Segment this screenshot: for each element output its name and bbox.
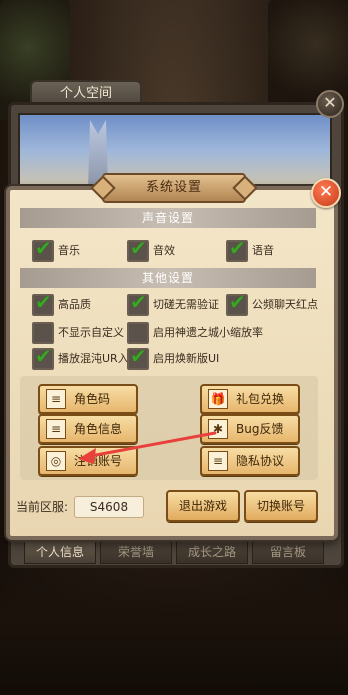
cancel-account-label: 注销账号 xyxy=(74,454,123,468)
sound-settings-header: 声音设置 xyxy=(20,208,316,228)
duel-no-verify-label: 切磋无需验证 xyxy=(153,298,219,311)
current-server-value: S4608 xyxy=(74,496,144,518)
hide-custom-label: 不显示自定义 xyxy=(58,326,124,339)
hide-custom-checkbox[interactable] xyxy=(32,322,54,344)
bug-feedback-button[interactable]: ✱ Bug反馈 xyxy=(200,414,300,444)
document-icon: ≡ xyxy=(46,389,66,409)
checkmark-icon: ✔ xyxy=(35,344,52,368)
tab-honor-wall[interactable]: 荣誉墙 xyxy=(100,538,172,564)
document-icon: ≡ xyxy=(46,419,66,439)
chaos-ur-label: 播放混沌UR入 xyxy=(58,352,129,365)
checkmark-icon: ✔ xyxy=(229,236,246,260)
sound-effect-checkbox[interactable]: ✔ xyxy=(127,236,149,262)
public-chat-dot-label: 公频聊天红点 xyxy=(252,298,318,311)
tab-personal-info[interactable]: 个人信息 xyxy=(24,538,96,564)
close-icon[interactable]: ✕ xyxy=(311,178,341,208)
cancel-account-button[interactable]: ◎ 注销账号 xyxy=(38,446,138,476)
high-quality-label: 高品质 xyxy=(58,298,91,311)
checkmark-icon: ✔ xyxy=(35,290,52,314)
checkmark-icon: ✔ xyxy=(130,236,147,260)
relic-city-zoom-label: 启用神遗之城小缩放率 xyxy=(153,326,263,339)
checkmark-icon: ✔ xyxy=(130,344,147,368)
current-server-label: 当前区服: xyxy=(16,500,69,514)
tab-message-board[interactable]: 留言板 xyxy=(252,538,324,564)
music-checkbox[interactable]: ✔ xyxy=(32,236,54,262)
switch-account-button[interactable]: 切换账号 xyxy=(244,490,318,522)
dialog-title: 系统设置 xyxy=(102,173,246,203)
privacy-label: 隐私协议 xyxy=(236,454,285,468)
new-ui-checkbox[interactable]: ✔ xyxy=(127,344,149,370)
background-floor xyxy=(0,565,348,695)
new-ui-label: 启用焕新版UI xyxy=(153,352,220,365)
music-label: 音乐 xyxy=(58,244,80,257)
public-chat-dot-checkbox[interactable]: ✔ xyxy=(226,290,248,316)
voice-label: 语音 xyxy=(252,244,274,257)
sound-effect-label: 音效 xyxy=(153,244,175,257)
role-code-label: 角色码 xyxy=(74,392,111,406)
gift-exchange-button[interactable]: 🎁 礼包兑换 xyxy=(200,384,300,414)
role-code-button[interactable]: ≡ 角色码 xyxy=(38,384,138,414)
duel-no-verify-checkbox[interactable]: ✔ xyxy=(127,290,149,316)
privacy-button[interactable]: ≡ 隐私协议 xyxy=(200,446,300,476)
gift-exchange-label: 礼包兑换 xyxy=(236,392,285,406)
personal-space-tabs: 个人信息 荣誉墙 成长之路 留言板 xyxy=(24,538,324,564)
other-settings-header: 其他设置 xyxy=(20,268,316,288)
relic-city-zoom-checkbox[interactable] xyxy=(127,322,149,344)
checkmark-icon: ✔ xyxy=(35,236,52,260)
gamepad-icon: ◎ xyxy=(46,451,66,471)
document-icon: ≡ xyxy=(208,451,228,471)
role-info-label: 角色信息 xyxy=(74,422,123,436)
voice-checkbox[interactable]: ✔ xyxy=(226,236,248,262)
exit-game-button[interactable]: 退出游戏 xyxy=(166,490,240,522)
tab-growth-path[interactable]: 成长之路 xyxy=(176,538,248,564)
personal-space-close-icon[interactable]: ✕ xyxy=(316,90,344,118)
high-quality-checkbox[interactable]: ✔ xyxy=(32,290,54,316)
bug-icon: ✱ xyxy=(208,419,228,439)
role-info-button[interactable]: ≡ 角色信息 xyxy=(38,414,138,444)
checkmark-icon: ✔ xyxy=(130,290,147,314)
gift-icon: 🎁 xyxy=(208,389,228,409)
checkmark-icon: ✔ xyxy=(229,290,246,314)
chaos-ur-checkbox[interactable]: ✔ xyxy=(32,344,54,370)
bug-feedback-label: Bug反馈 xyxy=(236,422,284,436)
